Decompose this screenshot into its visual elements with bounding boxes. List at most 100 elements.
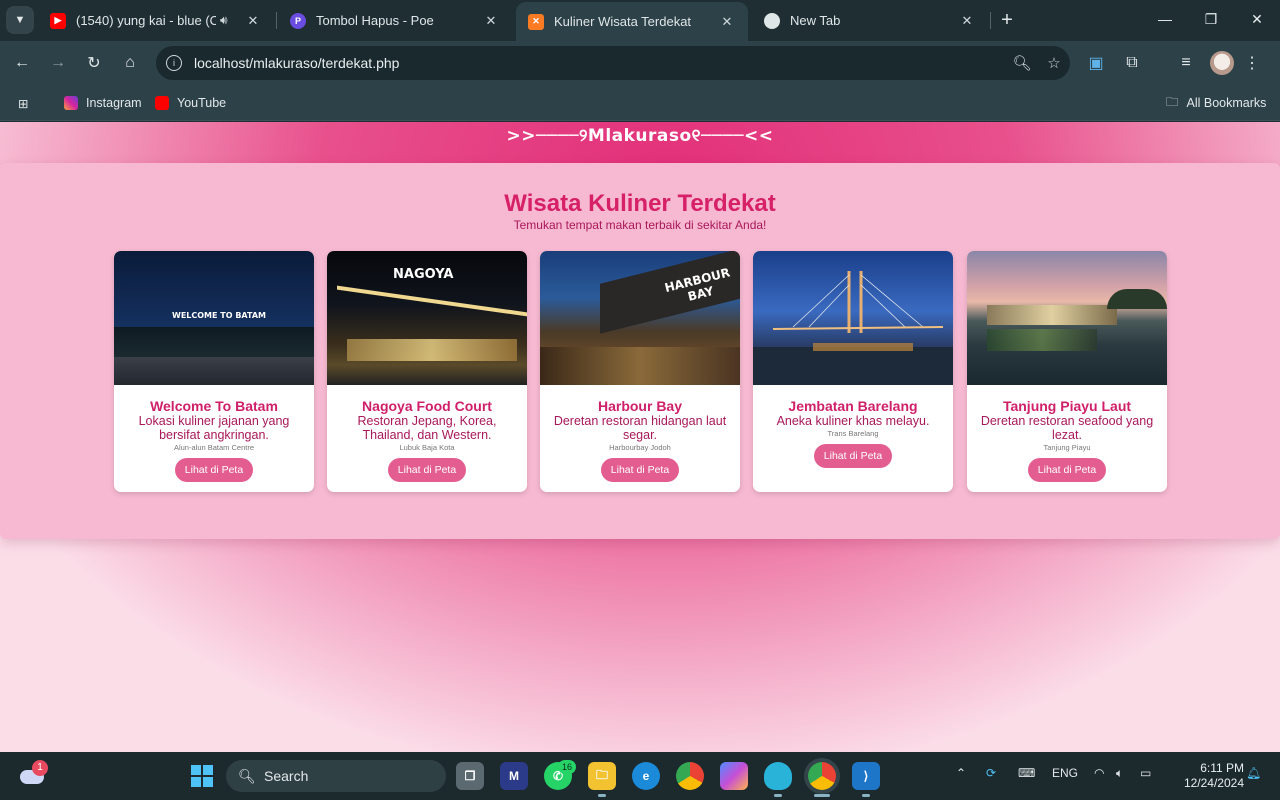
bookmark-star-icon[interactable]: ☆: [1038, 54, 1070, 72]
tab-new-tab[interactable]: New Tab ✕: [752, 0, 988, 41]
xampp-icon: ✕: [528, 13, 544, 30]
url-text[interactable]: localhost/mlakuraso/terdekat.php: [194, 55, 1006, 71]
screen-capture-icon[interactable]: ▣: [1082, 49, 1110, 77]
card-photo: NAGOYA: [327, 251, 527, 385]
close-icon[interactable]: ✕: [244, 13, 262, 29]
vscode-icon[interactable]: ⟩: [852, 762, 880, 790]
tab-title: Kuliner Wisata Terdekat: [554, 14, 692, 29]
taskbar-search[interactable]: 🔍︎ Search: [226, 760, 446, 792]
media-controls-icon[interactable]: ≡: [1172, 49, 1200, 77]
card-nagoya-food-court: NAGOYA Nagoya Food Court Restoran Jepang…: [327, 251, 527, 492]
back-button[interactable]: ←: [8, 49, 36, 77]
volume-icon[interactable]: 🔈︎: [1116, 766, 1123, 781]
speaker-icon[interactable]: 🔊︎: [220, 13, 236, 28]
wifi-icon[interactable]: ◠: [1094, 766, 1104, 780]
chevron-down-icon: ▼: [14, 14, 26, 26]
windows-icon: [191, 765, 213, 787]
profile-avatar[interactable]: [1210, 51, 1234, 75]
youtube-icon: ▶: [50, 12, 66, 29]
tab-title: (1540) yung kai - blue (Offic: [76, 13, 216, 28]
tab-poe[interactable]: P Tombol Hapus - Poe ✕: [278, 0, 512, 41]
instagram-icon: [64, 96, 78, 110]
extensions-icon[interactable]: ⧉: [1118, 49, 1146, 77]
restore-button[interactable]: ❐: [1188, 0, 1234, 38]
start-button[interactable]: [188, 762, 216, 790]
bookmark-instagram[interactable]: Instagram: [64, 92, 142, 114]
card-name: Nagoya Food Court: [362, 398, 492, 414]
menu-icon[interactable]: ⋮: [1238, 49, 1266, 77]
zoom-icon[interactable]: 🔍︎: [1006, 54, 1038, 72]
card-photo: [967, 251, 1167, 385]
edge-icon[interactable]: e: [632, 762, 660, 790]
site-logo[interactable]: >>────୨Mlakuraso୧────<<: [0, 126, 1280, 146]
tab-title: New Tab: [790, 13, 841, 28]
home-button[interactable]: ⌂: [116, 49, 144, 77]
close-icon[interactable]: ✕: [718, 14, 736, 30]
chrome-active-icon[interactable]: [808, 762, 836, 790]
apps-icon[interactable]: ⊞: [18, 92, 28, 114]
page-subtitle: Temukan tempat makan terbaik di sekitar …: [513, 218, 767, 232]
minimize-button[interactable]: —: [1142, 0, 1188, 38]
view-map-button[interactable]: Lihat di Peta: [174, 458, 254, 482]
clock-date: 12/24/2024: [1183, 776, 1244, 790]
poe-icon: P: [290, 12, 306, 29]
running-indicator: [598, 794, 606, 797]
notification-bell-icon[interactable]: 🔔︎: [1246, 766, 1261, 780]
weather-widget[interactable]: 1: [18, 760, 48, 786]
all-bookmarks-label: All Bookmarks: [1186, 96, 1267, 110]
view-map-button[interactable]: Lihat di Peta: [813, 444, 893, 468]
tab-separator: [990, 12, 991, 29]
card-description: Aneka kuliner khas melayu.: [776, 414, 930, 428]
whatsapp-badge: 16: [558, 760, 576, 774]
card-welcome-to-batam: WELCOME TO BATAM Welcome To Batam Lokasi…: [114, 251, 314, 492]
tab-title: Tombol Hapus - Poe: [316, 13, 434, 28]
close-icon[interactable]: ✕: [482, 13, 500, 29]
tab-kuliner[interactable]: ✕ Kuliner Wisata Terdekat ✕: [516, 2, 748, 41]
all-bookmarks-button[interactable]: 🗀 All Bookmarks: [1166, 92, 1266, 114]
battery-icon[interactable]: ▭: [1140, 766, 1151, 780]
address-bar[interactable]: i localhost/mlakuraso/terdekat.php 🔍︎ ☆: [156, 46, 1070, 80]
app-icon[interactable]: M: [500, 762, 528, 790]
search-label: Search: [264, 768, 309, 784]
card-name: Welcome To Batam: [150, 398, 278, 414]
system-clock[interactable]: 6:11 PM 12/24/2024: [1168, 761, 1244, 791]
card-description: Deretan restoran seafood yang lezat.: [980, 414, 1154, 442]
taskbar: 1 🔍︎ Search ❐ M ✆ 16 🗀 e ⟩ ⌃ ⟳ ⌨ ENG ◠ 🔈…: [0, 752, 1280, 800]
tab-youtube[interactable]: ▶ (1540) yung kai - blue (Offic 🔊︎ ✕: [38, 0, 274, 41]
window-close-button[interactable]: ✕: [1234, 0, 1280, 38]
view-map-button[interactable]: Lihat di Peta: [387, 458, 467, 482]
site-info-icon[interactable]: i: [166, 55, 182, 71]
card-jembatan-barelang: Jembatan Barelang Aneka kuliner khas mel…: [753, 251, 953, 492]
clock-time: 6:11 PM: [1200, 761, 1244, 775]
forward-button[interactable]: →: [44, 49, 72, 77]
youtube-icon: [155, 96, 169, 110]
tray-overflow-icon[interactable]: ⌃: [956, 766, 966, 780]
sync-icon[interactable]: ⟳: [986, 766, 996, 780]
card-harbour-bay: HARBOUR BAY Harbour Bay Deretan restoran…: [540, 251, 740, 492]
language-indicator[interactable]: ENG: [1052, 766, 1078, 780]
card-description: Deretan restoran hidangan laut segar.: [553, 414, 727, 442]
tab-search-button[interactable]: ▼: [6, 6, 34, 34]
chrome-icon: [764, 12, 780, 29]
keyboard-icon[interactable]: ⌨: [1018, 766, 1035, 780]
tab-separator: [276, 12, 277, 29]
copilot-icon[interactable]: [720, 762, 748, 790]
content-panel: Wisata Kuliner Terdekat Temukan tempat m…: [0, 163, 1280, 539]
view-map-button[interactable]: Lihat di Peta: [1027, 458, 1107, 482]
task-view-icon[interactable]: ❐: [456, 762, 484, 790]
bridge-illustration: [753, 271, 953, 385]
chrome-icon[interactable]: [676, 762, 704, 790]
close-icon[interactable]: ✕: [958, 13, 976, 29]
bookmark-youtube[interactable]: YouTube: [155, 92, 226, 114]
browser-toolbar: ← → ↻ ⌂ i localhost/mlakuraso/terdekat.p…: [0, 41, 1280, 85]
new-tab-button[interactable]: +: [994, 8, 1020, 34]
card-location: Alun-alun Batam Centre: [173, 443, 255, 452]
app-icon[interactable]: [764, 762, 792, 790]
bookmark-label: YouTube: [177, 96, 227, 110]
view-map-button[interactable]: Lihat di Peta: [600, 458, 680, 482]
reload-button[interactable]: ↻: [80, 49, 108, 77]
bookmark-label: Instagram: [86, 96, 142, 110]
photo-sign: WELCOME TO BATAM: [172, 311, 266, 320]
card-location: Trans Barelang: [827, 429, 879, 438]
file-explorer-icon[interactable]: 🗀: [588, 762, 616, 790]
